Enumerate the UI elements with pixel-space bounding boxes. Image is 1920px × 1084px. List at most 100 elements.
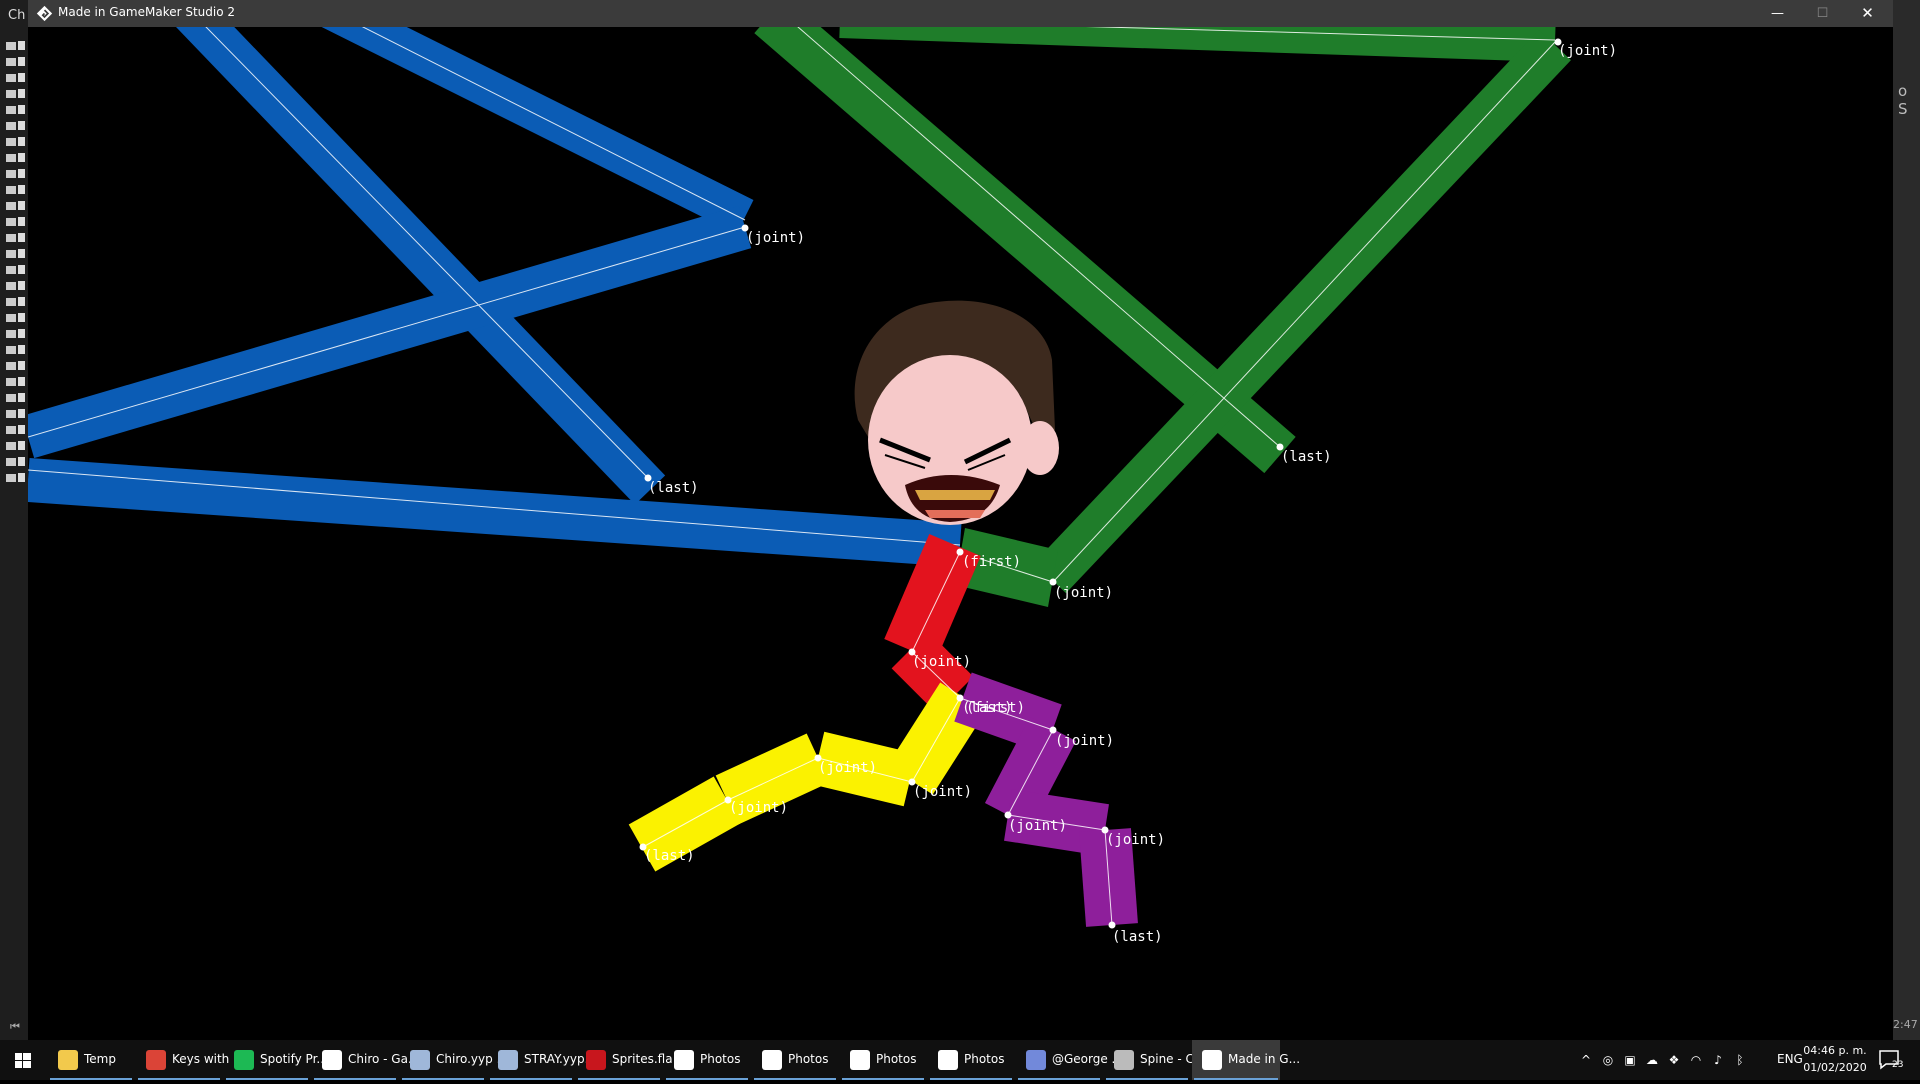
taskbar-app-button[interactable]: Photos: [752, 1040, 838, 1080]
resource-tree-item[interactable]: [4, 472, 26, 484]
system-tray: ^ ◎ ▣ ☁ ❖ ◠ ♪ ᛒ ENG 04:46 p. m. 01/02/20…: [1570, 1040, 1920, 1080]
tray-app-icon[interactable]: ◎: [1600, 1052, 1616, 1068]
taskbar-app-button[interactable]: Chiro - Ga...: [312, 1040, 419, 1080]
resource-tree-item[interactable]: [4, 328, 26, 340]
resource-tree-item[interactable]: [4, 312, 26, 324]
wifi-icon[interactable]: ◠: [1688, 1052, 1704, 1068]
bone-label: (last): [648, 480, 699, 496]
file-icon: [18, 425, 25, 434]
folder-icon: [6, 442, 16, 450]
resource-tree-item[interactable]: [4, 216, 26, 228]
resource-tree-item[interactable]: [4, 248, 26, 260]
file-icon: [18, 217, 25, 226]
resource-tree-item[interactable]: [4, 344, 26, 356]
ear: [1021, 421, 1059, 475]
folder-icon: [6, 234, 16, 242]
resource-tree-item[interactable]: [4, 152, 26, 164]
taskbar-app-button[interactable]: @George ...: [1016, 1040, 1123, 1080]
folder-icon: [6, 282, 16, 290]
taskbar-app-button[interactable]: Photos: [840, 1040, 926, 1080]
spotify-icon: [234, 1050, 254, 1070]
close-button[interactable]: ✕: [1845, 0, 1890, 27]
bone-label: (joint): [1055, 733, 1114, 749]
resource-tree-item[interactable]: [4, 184, 26, 196]
clock-date[interactable]: 01/02/2020: [1802, 1061, 1868, 1074]
dropbox-icon[interactable]: ❖: [1666, 1052, 1682, 1068]
bluetooth-icon[interactable]: ᛒ: [1732, 1052, 1748, 1068]
clock-time[interactable]: 04:46 p. m.: [1802, 1044, 1868, 1057]
resource-tree-item[interactable]: [4, 88, 26, 100]
file-icon: [18, 393, 25, 402]
folder-icon: [6, 378, 16, 386]
resource-tree-item[interactable]: [4, 232, 26, 244]
language-indicator[interactable]: ENG: [1777, 1052, 1803, 1066]
taskbar-app-button[interactable]: Spine - C...: [1104, 1040, 1205, 1080]
taskbar-app-button[interactable]: Spotify Pr...: [224, 1040, 328, 1080]
resource-tree-item[interactable]: [4, 440, 26, 452]
tray-app-icon[interactable]: ▣: [1622, 1052, 1638, 1068]
taskbar-app-button[interactable]: Photos: [928, 1040, 1014, 1080]
folder-icon: [6, 154, 16, 162]
resource-tree-item[interactable]: [4, 280, 26, 292]
resource-tree-item[interactable]: [4, 120, 26, 132]
file-icon: [18, 169, 25, 178]
photos-icon: [762, 1050, 782, 1070]
taskbar-app-button[interactable]: Keys with ...: [136, 1040, 245, 1080]
maximize-button[interactable]: ☐: [1800, 0, 1845, 27]
gamemaker-icon: [36, 5, 53, 22]
blue-bone-chain: [28, 27, 962, 567]
taskbar-app-button[interactable]: Chiro.yyp ...: [400, 1040, 508, 1080]
character-head: [854, 300, 1059, 525]
resource-tree-item[interactable]: [4, 136, 26, 148]
taskbar-app-button[interactable]: Made in G...: [1192, 1040, 1300, 1080]
resource-tree-item[interactable]: [4, 360, 26, 372]
bone-label: (joint): [1054, 585, 1113, 601]
bone-label: (joint): [746, 230, 805, 246]
taskbar-app-button[interactable]: Sprites.fla: [576, 1040, 673, 1080]
resource-tree-item[interactable]: [4, 408, 26, 420]
file-icon: [18, 185, 25, 194]
game-canvas[interactable]: (joint) (last) (joint) (last) (joint) (f…: [28, 27, 1893, 1040]
resource-tree-item[interactable]: [4, 168, 26, 180]
taskbar-app-button[interactable]: STRAY.yyp...: [488, 1040, 596, 1080]
onedrive-icon[interactable]: ☁: [1644, 1052, 1660, 1068]
window-titlebar[interactable]: Made in GameMaker Studio 2 — ☐ ✕: [28, 0, 1893, 27]
show-hidden-icons-icon[interactable]: ^: [1578, 1052, 1594, 1068]
folder-icon: [6, 202, 16, 210]
file-icon: [18, 137, 25, 146]
folder-icon: [6, 314, 16, 322]
folder-icon: [6, 394, 16, 402]
folder-icon: [6, 298, 16, 306]
folder-icon: [6, 458, 16, 466]
skip-back-icon[interactable]: ⏮: [10, 1020, 20, 1034]
taskbar-app-button[interactable]: Temp: [48, 1040, 134, 1080]
resource-tree-item[interactable]: [4, 72, 26, 84]
resource-tree-item[interactable]: [4, 392, 26, 404]
resource-tree-item[interactable]: [4, 296, 26, 308]
folder-icon: [6, 90, 16, 98]
folder-icon: [6, 250, 16, 258]
resource-tree-item[interactable]: [4, 264, 26, 276]
volume-icon[interactable]: ♪: [1710, 1052, 1726, 1068]
resource-tree-item[interactable]: [4, 424, 26, 436]
file-icon: [18, 41, 25, 50]
file-icon: [18, 201, 25, 210]
taskbar-app-button[interactable]: Photos: [664, 1040, 750, 1080]
resource-tree-item[interactable]: [4, 104, 26, 116]
minimize-button[interactable]: —: [1755, 0, 1800, 27]
resource-tree-item[interactable]: [4, 376, 26, 388]
file-icon: [18, 105, 25, 114]
file-icon: [18, 73, 25, 82]
resource-tree-item[interactable]: [4, 456, 26, 468]
resource-tree-item[interactable]: [4, 200, 26, 212]
start-button[interactable]: [0, 1040, 46, 1080]
taskbar-app-label: Photos: [700, 1052, 741, 1066]
blue-bone: [28, 458, 962, 567]
taskbar-app-label: Made in G...: [1228, 1052, 1301, 1066]
resource-tree-item[interactable]: [4, 40, 26, 52]
resource-tree-item[interactable]: [4, 56, 26, 68]
taskbar-app-label: Photos: [964, 1052, 1005, 1066]
file-icon: [18, 313, 25, 322]
folder-icon: [6, 266, 16, 274]
yellow-bone-chain: [628, 682, 986, 872]
